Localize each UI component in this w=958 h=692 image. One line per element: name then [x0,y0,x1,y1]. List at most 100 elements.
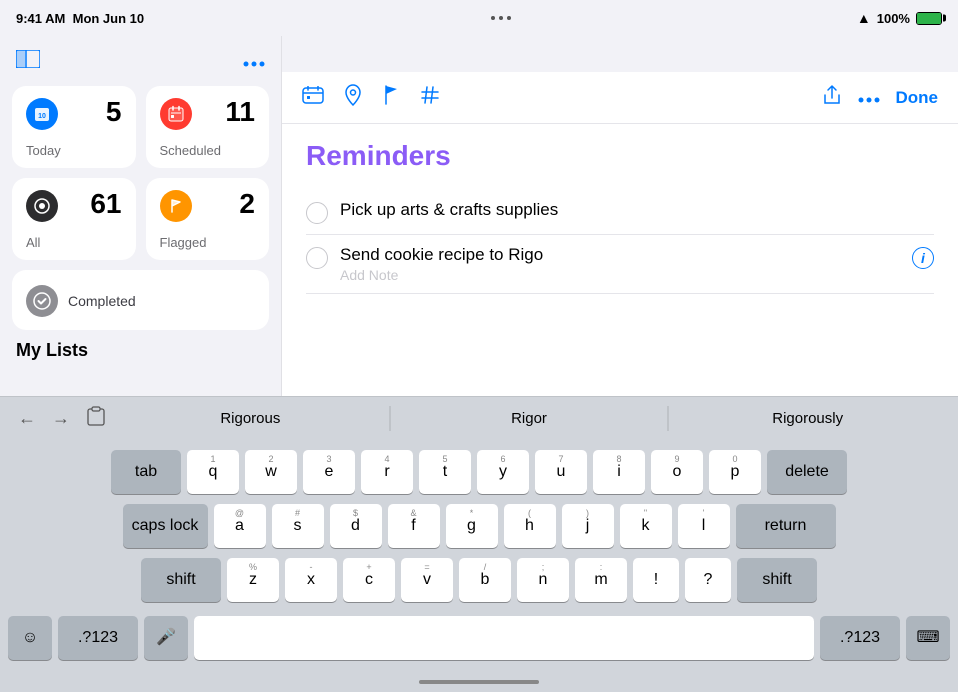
key-u-sub: 7 [558,454,563,464]
toolbar-left [302,84,440,112]
key-h[interactable]: (h [504,504,556,548]
keyboard-label: ⌨ [916,630,939,646]
toolbar-hash-icon[interactable] [420,85,440,111]
key-n[interactable]: ;n [517,558,569,602]
key-o[interactable]: 9o [651,450,703,494]
key-l[interactable]: 'l [678,504,730,548]
status-bar: 9:41 AM Mon Jun 10 ▲ 100% [0,0,958,36]
key-c[interactable]: +c [343,558,395,602]
key-o-sub: 9 [674,454,679,464]
status-time: 9:41 AM Mon Jun 10 [16,11,144,26]
key-u[interactable]: 7u [535,450,587,494]
toolbar-flag-icon[interactable] [382,84,400,112]
number-left-label: .?123 [78,630,118,646]
number-right-key[interactable]: .?123 [820,616,900,660]
sidebar-item-today[interactable]: 10 5 Today [12,86,136,168]
toolbar-location-icon[interactable] [344,84,362,112]
delete-key[interactable]: delete [767,450,847,494]
emoji-key[interactable]: ☺ [8,616,52,660]
keyboard-key[interactable]: ⌨ [906,616,950,660]
return-key[interactable]: return [736,504,836,548]
key-z[interactable]: %z [227,558,279,602]
sidebar-item-flagged[interactable]: 2 Flagged [146,178,270,260]
key-i[interactable]: 8i [593,450,645,494]
add-note-placeholder[interactable]: Add Note [340,267,900,283]
scheduled-label: Scheduled [160,143,256,158]
keyboard-row-2: caps lock @a #s $d &f *g (h )j "k 'l ret… [8,504,950,548]
shift-right-key[interactable]: shift [737,558,817,602]
today-icon: 10 [26,98,58,130]
number-left-key[interactable]: .?123 [58,616,138,660]
sidebar-item-scheduled[interactable]: 11 Scheduled [146,86,270,168]
key-d[interactable]: $d [330,504,382,548]
completed-icon [26,285,58,317]
my-lists-label: My Lists [12,330,269,365]
mic-key[interactable]: 🎤 [144,616,188,660]
key-e[interactable]: 3e [303,450,355,494]
reminder-item-2[interactable]: Send cookie recipe to Rigo Add Note i [306,235,934,294]
sidebar-ellipsis-icon[interactable] [243,50,265,73]
sidebar-item-all[interactable]: 61 All [12,178,136,260]
reminder-circle-2[interactable] [306,247,328,269]
key-j[interactable]: )j [562,504,614,548]
key-g[interactable]: *g [446,504,498,548]
key-f[interactable]: &f [388,504,440,548]
toolbar-more-icon[interactable] [858,86,880,109]
reminder-item-1[interactable]: Pick up arts & crafts supplies [306,190,934,235]
autocorrect-bar: ← → Rigorous Rigor Rigorously [0,396,958,440]
reminder-info-button[interactable]: i [912,247,934,269]
today-label: Today [26,143,122,158]
key-p[interactable]: 0p [709,450,761,494]
space-key[interactable] [194,616,814,660]
done-button[interactable]: Done [896,88,939,108]
suggestion-2[interactable]: Rigor [390,406,669,431]
status-dot-2 [499,16,503,20]
key-w[interactable]: 2w [245,450,297,494]
reminders-title: Reminders [306,140,934,172]
key-b[interactable]: /b [459,558,511,602]
shift-right-label: shift [762,572,791,588]
key-y-sub: 6 [500,454,505,464]
key-r[interactable]: 4r [361,450,413,494]
emoji-label: ☺ [22,630,38,646]
key-q[interactable]: 1q [187,450,239,494]
keyboard-row-1: tab 1q 2w 3e 4r 5t 6y 7u 8i 9o 0p delete [8,450,950,494]
tab-key[interactable]: tab [111,450,181,494]
key-w-sub: 2 [268,454,273,464]
suggestion-1[interactable]: Rigorous [112,406,390,431]
key-k[interactable]: "k [620,504,672,548]
wifi-icon: ▲ [857,10,871,26]
reminders-toolbar: Done [282,72,958,124]
capslock-label: caps lock [132,518,199,534]
capslock-key[interactable]: caps lock [123,504,208,548]
scheduled-icon [160,98,192,130]
scheduled-count: 11 [225,98,255,126]
toolbar-calendar-icon[interactable] [302,86,324,110]
all-icon [26,190,58,222]
status-right: ▲ 100% [857,10,942,26]
key-s[interactable]: #s [272,504,324,548]
key-y[interactable]: 6y [477,450,529,494]
key-x[interactable]: -x [285,558,337,602]
tab-label: tab [135,464,157,480]
key-t[interactable]: 5t [419,450,471,494]
key-a[interactable]: @a [214,504,266,548]
reminder-text-2: Send cookie recipe to Rigo [340,245,900,265]
sidebar-toggle-icon[interactable] [16,48,40,74]
keyboard-rows: tab 1q 2w 3e 4r 5t 6y 7u 8i 9o 0p delete… [0,440,958,610]
shift-left-key[interactable]: shift [141,558,221,602]
reminder-circle-1[interactable] [306,202,328,224]
key-r-sub: 4 [384,454,389,464]
undo-button[interactable]: ← [12,404,42,433]
key-exclaim[interactable]: ! [633,558,679,602]
toolbar-share-icon[interactable] [822,84,842,112]
suggestion-3[interactable]: Rigorously [668,406,946,431]
delete-label: delete [785,464,829,480]
sidebar-item-completed[interactable]: Completed [12,270,269,330]
redo-button[interactable]: → [46,404,76,433]
key-v[interactable]: =v [401,558,453,602]
key-m[interactable]: :m [575,558,627,602]
mic-label: 🎤 [156,630,176,646]
paste-button[interactable] [80,401,112,436]
key-question[interactable]: ? [685,558,731,602]
